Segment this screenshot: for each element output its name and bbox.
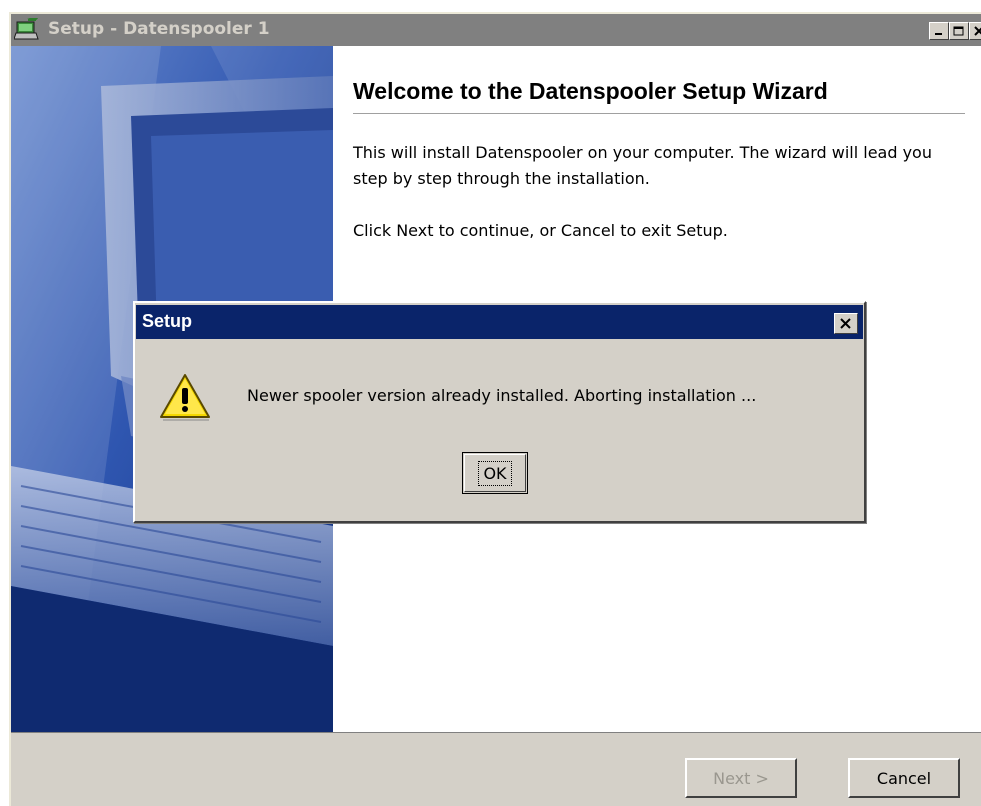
dialog-message: Newer spooler version already installed.… xyxy=(247,386,757,405)
window-title: Setup - Datenspooler 1 xyxy=(48,19,270,39)
close-icon xyxy=(974,26,981,36)
cancel-button[interactable]: Cancel xyxy=(848,758,960,798)
dialog-close-button[interactable] xyxy=(834,313,858,334)
heading-divider xyxy=(353,113,965,115)
wizard-intro-text: This will install Datenspooler on your c… xyxy=(353,143,932,188)
maximize-icon xyxy=(953,26,964,35)
next-button[interactable]: Next > xyxy=(685,758,797,798)
maximize-button[interactable] xyxy=(949,22,969,40)
ok-button[interactable]: OK xyxy=(462,452,528,494)
close-button[interactable] xyxy=(969,22,981,40)
dialog-title: Setup xyxy=(142,311,193,331)
minimize-icon xyxy=(935,33,942,35)
close-icon xyxy=(840,318,851,329)
wizard-heading: Welcome to the Datenspooler Setup Wizard xyxy=(353,78,828,104)
minimize-button[interactable] xyxy=(929,22,949,40)
setup-message-dialog: Setup Newer spooler version already inst… xyxy=(133,301,866,523)
dialog-titlebar[interactable]: Setup xyxy=(136,305,863,339)
warning-icon xyxy=(157,369,213,425)
wizard-instruction-text: Click Next to continue, or Cancel to exi… xyxy=(353,221,728,240)
setup-icon xyxy=(13,16,40,42)
ok-button-label: OK xyxy=(478,460,512,486)
wizard-button-bar: Next > Cancel xyxy=(11,732,981,806)
window-titlebar[interactable]: Setup - Datenspooler 1 xyxy=(11,14,981,46)
